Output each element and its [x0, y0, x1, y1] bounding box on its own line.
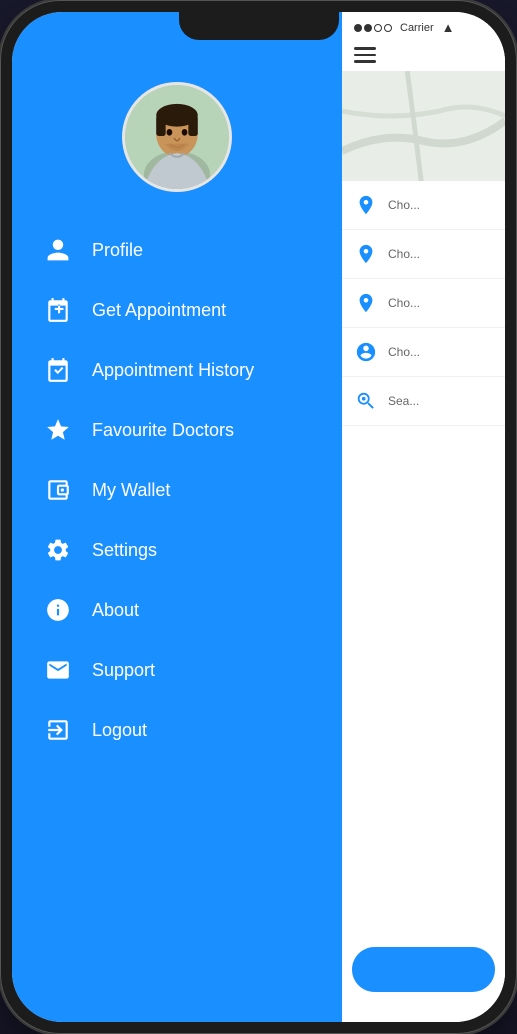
- signal-dot-3: [374, 24, 382, 32]
- location-text-5: Sea...: [388, 394, 419, 408]
- signal-dot-2: [364, 24, 372, 32]
- person-icon: [42, 234, 74, 266]
- sidebar-item-appointment-history[interactable]: Appointment History: [32, 340, 322, 400]
- info-icon: [42, 594, 74, 626]
- sidebar-item-support[interactable]: Support: [32, 640, 322, 700]
- signal-indicator: [354, 24, 392, 32]
- phone-frame: Profile Get Appointment: [0, 0, 517, 1034]
- sidebar-item-my-wallet[interactable]: My Wallet: [32, 460, 322, 520]
- pin-icon-2: [352, 289, 380, 317]
- sidebar-label-about: About: [92, 600, 139, 621]
- phone-screen: Profile Get Appointment: [12, 12, 505, 1022]
- person-location-icon: [352, 191, 380, 219]
- menu-list: Profile Get Appointment: [12, 220, 342, 760]
- sidebar-label-get-appointment: Get Appointment: [92, 300, 226, 321]
- signal-dot-1: [354, 24, 362, 32]
- sidebar-label-appointment-history: Appointment History: [92, 360, 254, 381]
- search-person-icon: [352, 387, 380, 415]
- sidebar-item-favourite-doctors[interactable]: Favourite Doctors: [32, 400, 322, 460]
- sidebar-item-profile[interactable]: Profile: [32, 220, 322, 280]
- pin-icon-1: [352, 240, 380, 268]
- location-list: Cho... Cho...: [342, 181, 505, 426]
- location-text-3: Cho...: [388, 296, 420, 310]
- main-content: Cho... Cho...: [342, 71, 505, 1023]
- person-circle-icon: [352, 338, 380, 366]
- sidebar-item-get-appointment[interactable]: Get Appointment: [32, 280, 322, 340]
- location-text-1: Cho...: [388, 198, 420, 212]
- avatar-container: [12, 82, 342, 192]
- logout-icon: [42, 714, 74, 746]
- signal-dot-4: [384, 24, 392, 32]
- envelope-icon: [42, 654, 74, 686]
- star-icon: [42, 414, 74, 446]
- notch: [179, 12, 339, 40]
- sidebar-label-settings: Settings: [92, 540, 157, 561]
- list-item[interactable]: Sea...: [342, 377, 505, 426]
- sidebar: Profile Get Appointment: [12, 12, 342, 1022]
- bottom-action-button[interactable]: [352, 947, 495, 992]
- hamburger-line-1: [354, 47, 376, 50]
- carrier-info: Carrier ▲: [354, 20, 455, 35]
- sidebar-item-about[interactable]: About: [32, 580, 322, 640]
- location-text-4: Cho...: [388, 345, 420, 359]
- location-text-2: Cho...: [388, 247, 420, 261]
- status-bar: Carrier ▲: [342, 12, 505, 39]
- sidebar-label-favourite-doctors: Favourite Doctors: [92, 420, 234, 441]
- hamburger-line-2: [354, 54, 376, 57]
- list-item[interactable]: Cho...: [342, 181, 505, 230]
- hamburger-line-3: [354, 60, 376, 63]
- calendar-check-icon: [42, 354, 74, 386]
- sidebar-label-profile: Profile: [92, 240, 143, 261]
- avatar: [122, 82, 232, 192]
- calendar-plus-icon: [42, 294, 74, 326]
- hamburger-area: [342, 39, 505, 71]
- sidebar-label-logout: Logout: [92, 720, 147, 741]
- list-item[interactable]: Cho...: [342, 328, 505, 377]
- sidebar-item-logout[interactable]: Logout: [32, 700, 322, 760]
- carrier-label: Carrier: [400, 22, 434, 34]
- hamburger-button[interactable]: [354, 47, 493, 63]
- sidebar-label-support: Support: [92, 660, 155, 681]
- right-panel: Carrier ▲: [342, 12, 505, 1022]
- wallet-icon: [42, 474, 74, 506]
- gear-icon: [42, 534, 74, 566]
- list-item[interactable]: Cho...: [342, 230, 505, 279]
- wifi-icon: ▲: [442, 20, 455, 35]
- sidebar-item-settings[interactable]: Settings: [32, 520, 322, 580]
- sidebar-label-my-wallet: My Wallet: [92, 480, 170, 501]
- list-item[interactable]: Cho...: [342, 279, 505, 328]
